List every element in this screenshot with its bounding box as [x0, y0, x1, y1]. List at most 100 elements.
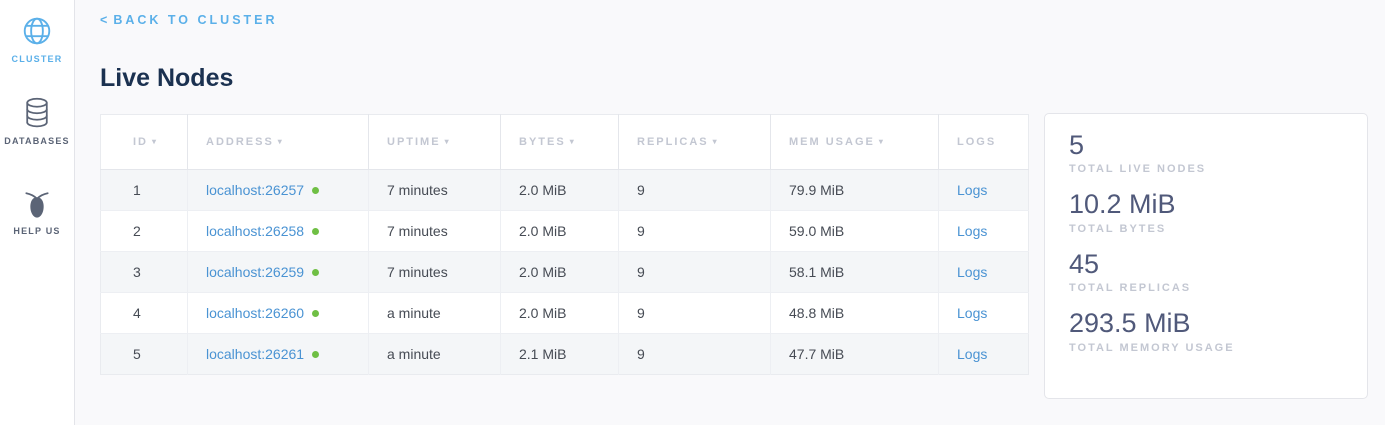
main-row: ID▾ADDRESS▾UPTIME▾BYTES▾REPLICAS▾MEM USA…: [100, 114, 1385, 399]
sidebar-item-cluster[interactable]: CLUSTER: [0, 13, 74, 64]
node-address-link[interactable]: localhost:26259: [206, 264, 304, 280]
stat-label: TOTAL BYTES: [1069, 223, 1343, 235]
back-to-cluster-link[interactable]: < BACK TO CLUSTER: [100, 13, 278, 27]
logs-cell: Logs: [939, 252, 1029, 293]
sort-caret-icon: ▾: [278, 137, 284, 146]
table-row: 2 localhost:26258 7 minutes2.0 MiB959.0 Mi…: [101, 211, 1029, 252]
logs-cell: Logs: [939, 211, 1029, 252]
sort-caret-icon: ▾: [152, 137, 158, 146]
logs-cell: Logs: [939, 293, 1029, 334]
logs-link[interactable]: Logs: [957, 305, 987, 321]
bytes-cell: 2.0 MiB: [501, 293, 619, 334]
page-title: Live Nodes: [100, 64, 1385, 93]
node-address-link[interactable]: localhost:26260: [206, 305, 304, 321]
table-row: 1 localhost:26257 7 minutes2.0 MiB979.9 Mi…: [101, 170, 1029, 211]
stat-label: TOTAL LIVE NODES: [1069, 163, 1343, 175]
logs-link[interactable]: Logs: [957, 264, 987, 280]
column-header-replicas[interactable]: REPLICAS ▾: [619, 115, 771, 170]
node-id-cell: 2: [101, 211, 188, 252]
stat-label: TOTAL REPLICAS: [1069, 282, 1343, 294]
live-status-dot: [312, 351, 319, 358]
back-link-label: BACK TO CLUSTER: [113, 13, 277, 27]
globe-icon: [19, 13, 55, 49]
table-header-row: ID▾ADDRESS▾UPTIME▾BYTES▾REPLICAS▾MEM USA…: [101, 115, 1029, 170]
column-header-label: ID: [133, 136, 148, 148]
column-header-id[interactable]: ID ▾: [101, 115, 188, 170]
replicas-cell: 9: [619, 211, 771, 252]
column-header-label: REPLICAS: [637, 136, 709, 148]
sort-caret-icon: ▾: [445, 137, 451, 146]
bug-icon: [19, 185, 55, 221]
table-row: 4 localhost:26260 a minute2.0 MiB948.8 MiB…: [101, 293, 1029, 334]
summary-card: 5 TOTAL LIVE NODES 10.2 MiB TOTAL BYTES 45…: [1044, 113, 1368, 399]
summary-stat: 10.2 MiB TOTAL BYTES: [1069, 188, 1343, 234]
back-arrow-icon: <: [100, 13, 107, 27]
replicas-cell: 9: [619, 293, 771, 334]
column-header-address[interactable]: ADDRESS ▾: [188, 115, 369, 170]
column-header-label: UPTIME: [387, 136, 441, 148]
column-header-label: BYTES: [519, 136, 566, 148]
sidebar-item-label: DATABASES: [4, 136, 69, 146]
logs-link[interactable]: Logs: [957, 182, 987, 198]
uptime-cell: a minute: [369, 293, 501, 334]
stat-value: 10.2 MiB: [1069, 188, 1343, 220]
live-nodes-table: ID▾ADDRESS▾UPTIME▾BYTES▾REPLICAS▾MEM USA…: [100, 114, 1029, 375]
bytes-cell: 2.1 MiB: [501, 334, 619, 375]
stat-value: 45: [1069, 248, 1343, 280]
node-address-link[interactable]: localhost:26257: [206, 182, 304, 198]
logs-cell: Logs: [939, 170, 1029, 211]
logs-link[interactable]: Logs: [957, 346, 987, 362]
stat-value: 293.5 MiB: [1069, 307, 1343, 339]
sort-caret-icon: ▾: [713, 137, 719, 146]
sort-caret-icon: ▾: [879, 137, 885, 146]
sidebar-item-databases[interactable]: DATABASES: [0, 95, 74, 146]
stat-label: TOTAL MEMORY USAGE: [1069, 342, 1343, 354]
mem-usage-cell: 59.0 MiB: [771, 211, 939, 252]
node-id-cell: 3: [101, 252, 188, 293]
column-header-mem[interactable]: MEM USAGE ▾: [771, 115, 939, 170]
node-id-cell: 5: [101, 334, 188, 375]
stat-value: 5: [1069, 129, 1343, 161]
live-status-dot: [312, 310, 319, 317]
node-address-cell: localhost:26257: [188, 170, 369, 211]
logs-link[interactable]: Logs: [957, 223, 987, 239]
mem-usage-cell: 79.9 MiB: [771, 170, 939, 211]
mem-usage-cell: 48.8 MiB: [771, 293, 939, 334]
sidebar: CLUSTER DATABASES HELP US: [0, 0, 75, 425]
summary-stat: 5 TOTAL LIVE NODES: [1069, 129, 1343, 175]
live-status-dot: [312, 269, 319, 276]
sidebar-item-label: HELP US: [13, 226, 60, 236]
node-address-cell: localhost:26260: [188, 293, 369, 334]
node-address-cell: localhost:26258: [188, 211, 369, 252]
bytes-cell: 2.0 MiB: [501, 252, 619, 293]
column-header-bytes[interactable]: BYTES ▾: [501, 115, 619, 170]
column-header-uptime[interactable]: UPTIME ▾: [369, 115, 501, 170]
live-status-dot: [312, 228, 319, 235]
node-id-cell: 4: [101, 293, 188, 334]
column-header-label: LOGS: [957, 136, 996, 148]
sort-caret-icon: ▾: [570, 137, 576, 146]
column-header-label: ADDRESS: [206, 136, 274, 148]
sidebar-item-help-us[interactable]: HELP US: [0, 185, 74, 236]
mem-usage-cell: 47.7 MiB: [771, 334, 939, 375]
column-header-label: MEM USAGE: [789, 136, 875, 148]
bytes-cell: 2.0 MiB: [501, 211, 619, 252]
main-content: <BACK TO CLUSTER Live Nodes ID▾ADDRESS▾U…: [75, 0, 1385, 425]
node-address-link[interactable]: localhost:26261: [206, 346, 304, 362]
live-status-dot: [312, 187, 319, 194]
uptime-cell: 7 minutes: [369, 211, 501, 252]
sidebar-item-label: CLUSTER: [12, 54, 63, 64]
column-header-logs: LOGS: [939, 115, 1029, 170]
node-id-cell: 1: [101, 170, 188, 211]
mem-usage-cell: 58.1 MiB: [771, 252, 939, 293]
node-address-link[interactable]: localhost:26258: [206, 223, 304, 239]
bytes-cell: 2.0 MiB: [501, 170, 619, 211]
replicas-cell: 9: [619, 170, 771, 211]
table-row: 3localhost:262597 minutes2.0 MiB958.1 Mi…: [101, 252, 1029, 293]
table-row: 5localhost:26261a minute2.1 MiB947.7 MiB…: [101, 334, 1029, 375]
node-address-cell: localhost:26261: [188, 334, 369, 375]
logs-cell: Logs: [939, 334, 1029, 375]
uptime-cell: 7 minutes: [369, 252, 501, 293]
uptime-cell: 7 minutes: [369, 170, 501, 211]
node-address-cell: localhost:26259: [188, 252, 369, 293]
